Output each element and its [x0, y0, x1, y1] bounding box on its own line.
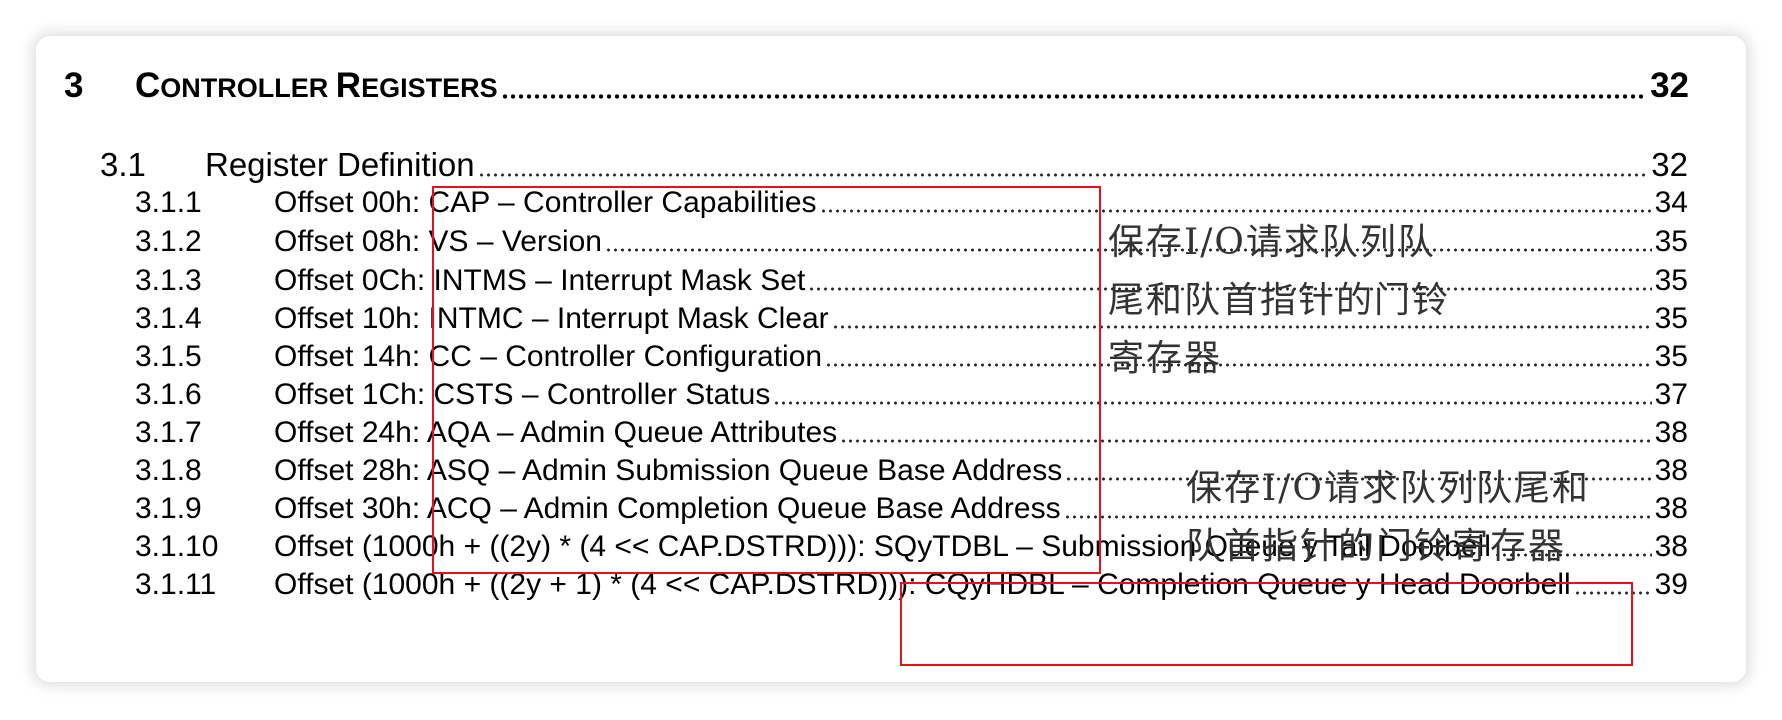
entry-page: 38	[1654, 492, 1688, 525]
dot-leader	[477, 173, 1649, 177]
entry-page: 38	[1654, 416, 1688, 449]
entry-number: 3.1.7	[135, 416, 202, 449]
entry-page: 35	[1654, 340, 1688, 373]
entry-page: 37	[1654, 378, 1688, 411]
entry-number: 3.1.6	[135, 378, 202, 411]
entry-page: 35	[1654, 302, 1688, 335]
entry-number: 3.1.10	[135, 530, 219, 563]
entry-number: 3.1.9	[135, 492, 202, 525]
section-title: Register Definition	[205, 146, 475, 183]
annotation-note-1: 保存I/O请求队列队 尾和队首指针的门铃 寄存器	[1108, 222, 1451, 379]
highlight-box-admin-registers	[432, 186, 1101, 574]
toc-chapter-3[interactable]: 3 CONTROLLER REGISTERS 32	[64, 66, 1689, 106]
entry-page: 38	[1654, 530, 1688, 563]
entry-number: 3.1.11	[135, 568, 217, 601]
dot-leader	[500, 94, 1648, 99]
entry-number: 3.1.5	[135, 340, 202, 373]
entry-number: 3.1.8	[135, 454, 202, 487]
entry-number: 3.1.3	[135, 264, 202, 297]
chapter-number: 3	[64, 66, 84, 105]
chapter-page: 32	[1650, 66, 1689, 105]
section-page: 32	[1651, 146, 1688, 183]
section-number: 3.1	[100, 146, 146, 183]
entry-page: 34	[1654, 186, 1688, 219]
toc-section-3-1[interactable]: 3.1 Register Definition 32	[100, 146, 1688, 184]
highlight-box-doorbell-registers	[900, 582, 1633, 666]
entry-number: 3.1.1	[135, 186, 202, 219]
entry-number: 3.1.2	[135, 225, 202, 258]
entry-page: 39	[1654, 568, 1688, 601]
entry-page: 35	[1654, 225, 1688, 258]
entry-number: 3.1.4	[135, 302, 202, 335]
chapter-title: CONTROLLER REGISTERS	[135, 66, 498, 105]
entry-page: 35	[1654, 264, 1688, 297]
annotation-note-2: 保存I/O请求队列队尾和 队首指针的门铃寄存器	[1186, 468, 1590, 567]
entry-page: 38	[1654, 454, 1688, 487]
